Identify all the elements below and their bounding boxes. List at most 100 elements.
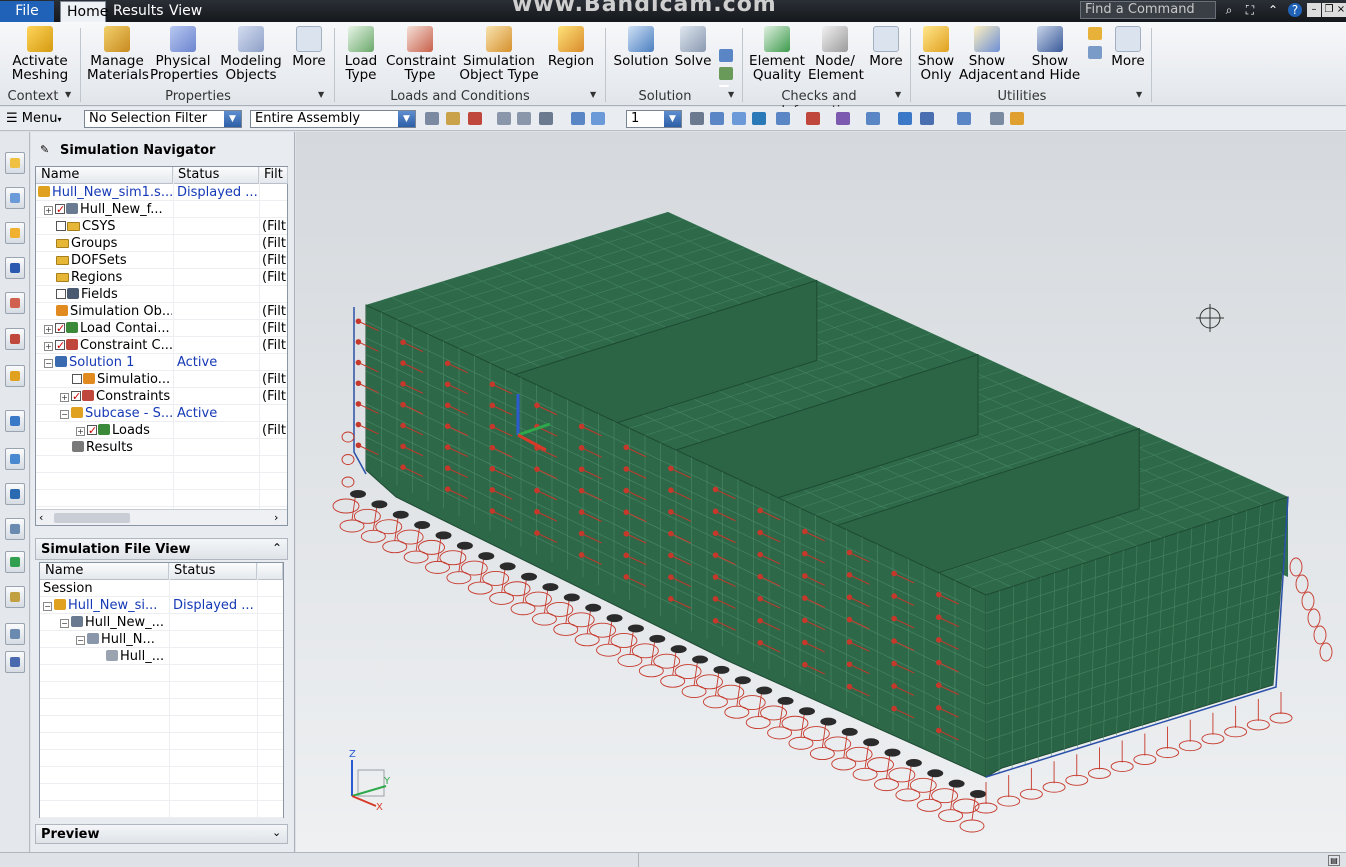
solution-small-icon[interactable] [719, 49, 733, 62]
solve-button[interactable]: Solve [673, 26, 713, 68]
expand-icon[interactable]: + [44, 325, 53, 334]
tree-row[interactable]: CSYS (Filt [36, 218, 287, 235]
simulation-object-type-button[interactable]: Simulation Object Type [457, 26, 541, 82]
solution-button[interactable]: Solution [612, 26, 670, 68]
context-dropdown-icon[interactable]: ▼ [65, 90, 71, 99]
selection-tool-icon[interactable] [571, 112, 585, 125]
visibility-checkbox[interactable] [55, 201, 65, 218]
tree-row[interactable]: Regions (Filt [36, 269, 287, 286]
node-element-button[interactable]: Node/ Element [808, 26, 864, 82]
resource-tab-icon[interactable] [5, 586, 25, 608]
checks-dropdown-icon[interactable]: ▼ [895, 90, 901, 99]
utilities-more-button[interactable]: More [1108, 26, 1148, 68]
view-tool-icon[interactable] [920, 112, 934, 125]
view-tool-icon[interactable] [898, 112, 912, 125]
minimize-icon[interactable]: – [1307, 3, 1321, 17]
selection-tool-icon[interactable] [446, 112, 460, 125]
view-tool-icon[interactable] [752, 112, 766, 125]
work-layer-dropdown[interactable]: 1 ▼ [626, 110, 682, 128]
tree-row[interactable]: Hull_New_sim1.s... Displayed ... [36, 184, 287, 201]
find-command-input[interactable]: Find a Command [1080, 1, 1216, 19]
view-tab[interactable]: View [163, 1, 208, 22]
collapse-ribbon-icon[interactable]: ⌃ [1266, 3, 1280, 17]
collapse-icon[interactable]: ⌃ [272, 541, 282, 555]
column-header-filter[interactable]: Filt [259, 167, 288, 184]
collapse-icon[interactable]: − [43, 602, 52, 611]
view-tool-icon[interactable] [806, 112, 820, 125]
file-row[interactable]: − Hull_N... [40, 631, 283, 648]
selection-tool-icon[interactable] [468, 112, 482, 125]
expand-icon[interactable]: + [60, 393, 69, 402]
manage-materials-button[interactable]: Manage Materials [87, 26, 149, 82]
selection-filter-dropdown[interactable]: No Selection Filter ▼ [84, 110, 242, 128]
utilities-dropdown-icon[interactable]: ▼ [1136, 90, 1142, 99]
view-tool-icon[interactable] [836, 112, 850, 125]
activate-meshing-button[interactable]: Activate Meshing [6, 26, 74, 82]
properties-more-button[interactable]: More [289, 26, 329, 68]
restore-icon[interactable]: ❐ [1322, 3, 1336, 17]
tree-row[interactable]: Results [36, 439, 287, 456]
collapse-icon[interactable]: − [60, 619, 69, 628]
visibility-checkbox[interactable] [56, 289, 66, 299]
visibility-checkbox[interactable] [55, 320, 65, 337]
visibility-checkbox[interactable] [72, 374, 82, 384]
region-button[interactable]: Region [546, 26, 596, 68]
tree-row[interactable]: + Hull_New_f... [36, 201, 287, 218]
column-header-status[interactable]: Status [169, 563, 257, 580]
column-header-name[interactable]: Name [36, 167, 173, 184]
file-row[interactable]: Session [40, 580, 283, 597]
solution-dropdown-icon[interactable]: ▼ [728, 90, 734, 99]
selection-tool-icon[interactable] [497, 112, 511, 125]
column-header-status[interactable]: Status [173, 167, 259, 184]
resource-tab-icon[interactable] [5, 410, 25, 432]
resource-tab-icon[interactable] [5, 152, 25, 174]
tree-row[interactable]: + Constraints (Filt [36, 388, 287, 405]
scroll-left-icon[interactable]: ‹ [39, 511, 43, 524]
resource-tab-icon[interactable] [5, 187, 25, 209]
resource-tab-icon[interactable] [5, 483, 25, 505]
tree-row[interactable]: Fields [36, 286, 287, 303]
resource-tab-icon[interactable] [5, 257, 25, 279]
tree-row[interactable]: + Load Contai... (Filt [36, 320, 287, 337]
resource-tab-icon[interactable] [5, 292, 25, 314]
collapse-icon[interactable]: − [76, 636, 85, 645]
scrollbar-thumb[interactable] [54, 513, 130, 523]
element-quality-button[interactable]: Element Quality [748, 26, 806, 82]
show-and-hide-button[interactable]: Show and Hide [1019, 26, 1081, 82]
pin-icon[interactable]: ✎ [40, 143, 49, 156]
graphics-viewport[interactable]: Z Y X [296, 132, 1346, 852]
view-tool-icon[interactable] [776, 112, 790, 125]
expand-icon[interactable]: + [44, 342, 53, 351]
physical-properties-button[interactable]: Physical Properties [150, 26, 218, 82]
view-tool-icon[interactable] [732, 112, 746, 125]
resource-tab-icon[interactable] [5, 518, 25, 540]
tree-row[interactable]: Simulatio... (Filt [36, 371, 287, 388]
show-adjacent-button[interactable]: Show Adjacent [959, 26, 1018, 82]
visibility-checkbox[interactable] [55, 337, 65, 354]
modeling-objects-button[interactable]: Modeling Objects [219, 26, 283, 82]
resource-tab-icon[interactable] [5, 551, 25, 573]
solution-small-icon[interactable] [719, 67, 733, 80]
load-type-button[interactable]: Load Type [340, 26, 382, 82]
resource-tab-icon[interactable] [5, 222, 25, 244]
window-fit-icon[interactable]: ⛶ [1243, 3, 1257, 17]
file-row[interactable]: Hull_... [40, 648, 283, 665]
loads-dropdown-icon[interactable]: ▼ [590, 90, 596, 99]
resource-tab-icon[interactable] [5, 623, 25, 645]
resource-tab-icon[interactable] [5, 651, 25, 673]
search-icon[interactable]: ⌕ [1222, 3, 1236, 17]
home-tab[interactable]: Home [60, 1, 108, 22]
help-icon[interactable]: ? [1288, 3, 1302, 17]
expand-icon[interactable]: + [44, 206, 53, 215]
hull-model-scene[interactable]: Z Y X [296, 132, 1346, 852]
selection-tool-icon[interactable] [591, 112, 605, 125]
resource-tab-icon[interactable] [5, 328, 25, 350]
checks-more-button[interactable]: More [866, 26, 906, 68]
file-row[interactable]: − Hull_New_... [40, 614, 283, 631]
selection-tool-icon[interactable] [425, 112, 439, 125]
expand-icon[interactable]: ⌄ [272, 826, 281, 839]
view-tool-icon[interactable] [957, 112, 971, 125]
properties-dropdown-icon[interactable]: ▼ [318, 90, 324, 99]
tree-row[interactable]: + Loads (Filt [36, 422, 287, 439]
preview-header[interactable]: Preview ⌄ [35, 824, 288, 844]
